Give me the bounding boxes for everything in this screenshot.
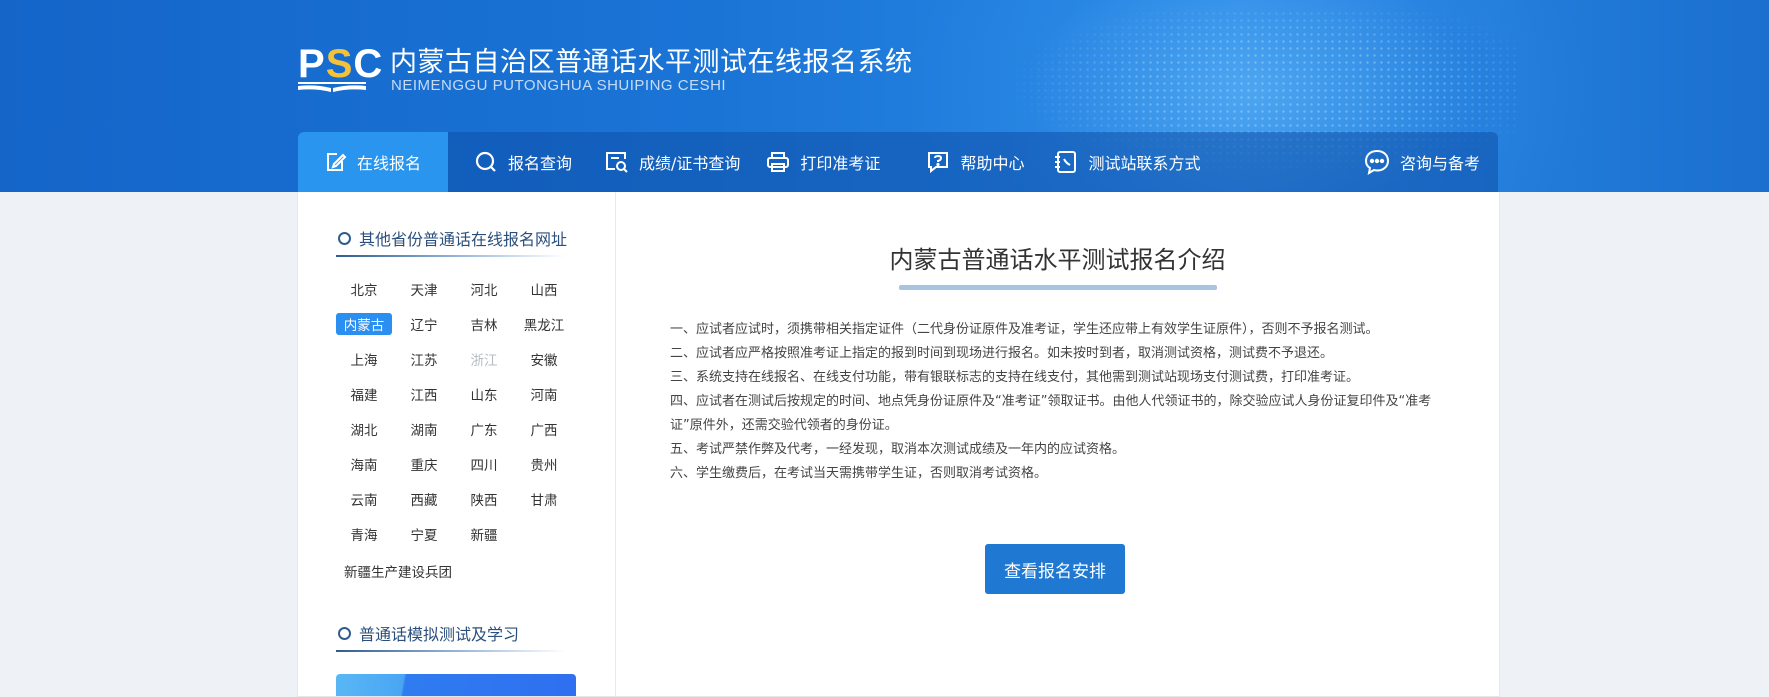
- province-link[interactable]: 吉林: [456, 313, 512, 335]
- content-panel: 其他省份普通话在线报名网址 北京 天津 河北 山西内蒙古 辽宁 吉林 黑龙江上海 江苏 浙江 安徽…: [297, 192, 1500, 697]
- province-link[interactable]: 辽宁: [396, 313, 452, 335]
- rule-item: 一、应试者应试时，须携带相关指定证件（二代身份证原件及准考证，学生还应带上有效学…: [670, 322, 1379, 337]
- nav-print-admission[interactable]: 打印准考证: [766, 132, 880, 192]
- province-link[interactable]: 江西: [396, 383, 452, 405]
- province-link[interactable]: 西藏: [396, 488, 452, 510]
- page-title: 内蒙古普通话水平测试报名介绍: [889, 246, 1226, 274]
- book-icon: [298, 82, 366, 92]
- mock-test-banner[interactable]: [336, 674, 576, 696]
- phone-contact-icon: [1055, 151, 1077, 173]
- sidebar: 其他省份普通话在线报名网址 北京 天津 河北 山西内蒙古 辽宁 吉林 黑龙江上海 江苏 浙江 安徽…: [298, 192, 616, 696]
- rules-list: 一、应试者应试时，须携带相关指定证件（二代身份证原件及准考证，学生还应带上有效学…: [670, 318, 1450, 486]
- nav-help-center[interactable]: 帮助中心: [926, 132, 1024, 192]
- rule-item: 三、系统支持在线报名、在线支付功能，带有银联标志的支持在线支付，其他需到测试站现…: [670, 370, 1360, 385]
- nav-test-site-contact[interactable]: 测试站联系方式: [1054, 132, 1200, 192]
- search-icon: [475, 151, 496, 172]
- site-subtitle-en: NEIMENGGU PUTONGHUA SHUIPING CESHI: [391, 77, 727, 94]
- province-link[interactable]: 广西: [516, 418, 572, 440]
- certificate-search-icon: [606, 152, 628, 173]
- rule-item: 六、学生缴费后，在考试当天需携带学生证，否则取消考试资格。: [670, 466, 1048, 481]
- logo-text: PSC: [298, 42, 384, 86]
- province-link[interactable]: 广东: [456, 418, 512, 440]
- sidebar-heading-mock-test: 普通话模拟测试及学习: [338, 621, 519, 645]
- province-link[interactable]: 福建: [336, 383, 392, 405]
- province-link[interactable]: 云南: [336, 488, 392, 510]
- nav-online-registration[interactable]: 在线报名: [298, 132, 448, 192]
- province-link[interactable]: 河北: [456, 278, 512, 300]
- province-link[interactable]: 安徽: [516, 348, 572, 370]
- province-link[interactable]: 湖南: [396, 418, 452, 440]
- province-link[interactable]: 宁夏: [396, 523, 452, 545]
- main-nav: 在线报名 报名查询 成绩/证书查询 打印准考证 帮助中心 测试站联系方式 咨询与…: [298, 132, 1498, 192]
- main-content: 内蒙古普通话水平测试报名介绍 一、应试者应试时，须携带相关指定证件（二代身份证原…: [616, 192, 1499, 696]
- province-link[interactable]: 北京: [336, 278, 392, 300]
- province-link[interactable]: 重庆: [396, 453, 452, 475]
- nav-registration-query[interactable]: 报名查询: [474, 132, 572, 192]
- heading-underline: [336, 255, 566, 257]
- province-link[interactable]: 山东: [456, 383, 512, 405]
- circle-bullet-icon: [338, 626, 351, 640]
- site-header: PSC 内蒙古自治区普通话水平测试在线报名系统 NEIMENGGU PUTONG…: [0, 0, 1769, 192]
- province-link[interactable]: 湖北: [336, 418, 392, 440]
- province-link[interactable]: 山西: [516, 278, 572, 300]
- nav-score-certificate-query[interactable]: 成绩/证书查询: [605, 132, 740, 192]
- province-link[interactable]: 黑龙江: [516, 313, 572, 335]
- circle-bullet-icon: [338, 231, 351, 245]
- sidebar-heading-other-provinces: 其他省份普通话在线报名网址: [338, 226, 567, 250]
- province-link[interactable]: 陕西: [456, 488, 512, 510]
- province-list: 北京 天津 河北 山西内蒙古 辽宁 吉林 黑龙江上海 江苏 浙江 安徽福建 江西 山东 河南湖北 湖南 广东…: [336, 272, 596, 552]
- heading-underline: [336, 650, 566, 652]
- province-link[interactable]: 贵州: [516, 453, 572, 475]
- province-link[interactable]: 内蒙古: [336, 313, 392, 335]
- province-link[interactable]: 上海: [336, 348, 392, 370]
- rule-item: 二、应试者应严格按照准考证上指定的报到时间到现场进行报名。如未按时到者，取消测试…: [670, 346, 1334, 361]
- province-link: 浙江: [470, 353, 498, 369]
- site-title: 内蒙古自治区普通话水平测试在线报名系统: [390, 47, 913, 78]
- edit-icon: [326, 153, 347, 171]
- province-link[interactable]: 江苏: [396, 348, 452, 370]
- printer-icon: [767, 152, 790, 172]
- province-link-xinjiang-corps[interactable]: 新疆生产建设兵团: [344, 561, 452, 581]
- nav-consult-prepare[interactable]: 咨询与备考: [1364, 132, 1498, 192]
- rule-item: 四、应试者在测试后按规定的时间、地点凭身份证原件及“准考证”领取证书。由他人代领…: [670, 394, 1432, 433]
- province-link[interactable]: 新疆: [456, 523, 512, 545]
- title-underline: [899, 285, 1217, 290]
- province-link[interactable]: 河南: [516, 383, 572, 405]
- province-link[interactable]: 青海: [336, 523, 392, 545]
- view-schedule-button[interactable]: 查看报名安排: [985, 544, 1125, 594]
- rule-item: 五、考试严禁作弊及代考，一经发现，取消本次测试成绩及一年内的应试资格。: [670, 442, 1126, 457]
- province-link[interactable]: 甘肃: [516, 488, 572, 510]
- psc-logo[interactable]: PSC: [298, 42, 384, 92]
- province-link[interactable]: 四川: [456, 453, 512, 475]
- province-link[interactable]: 海南: [336, 453, 392, 475]
- chat-icon: [1364, 149, 1389, 175]
- help-icon: [928, 152, 949, 174]
- province-link[interactable]: 天津: [396, 278, 452, 300]
